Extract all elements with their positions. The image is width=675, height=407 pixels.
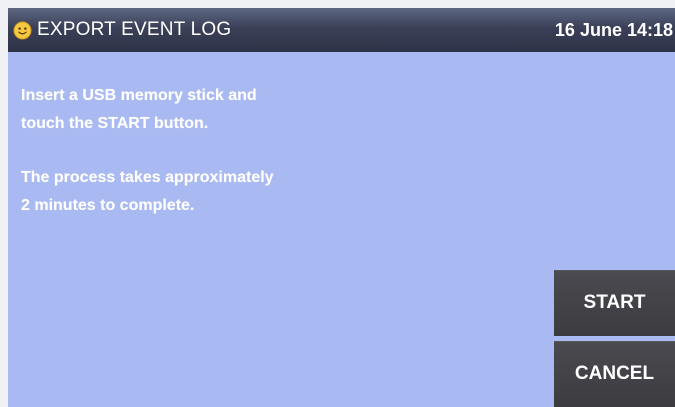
cancel-button-label: CANCEL bbox=[574, 363, 655, 384]
instruction-line: 2 minutes to complete. bbox=[21, 197, 195, 214]
export-event-log-screen: EXPORT EVENT LOG 16 June 14:18 Insert a … bbox=[8, 8, 675, 407]
cancel-button[interactable]: CANCEL bbox=[554, 341, 675, 407]
smiley-icon bbox=[13, 20, 32, 40]
page-title: EXPORT EVENT LOG bbox=[37, 19, 232, 40]
title-bar: EXPORT EVENT LOG 16 June 14:18 bbox=[8, 8, 675, 52]
start-button-label: START bbox=[583, 292, 646, 313]
instruction-line: touch the START button. bbox=[21, 115, 209, 132]
instruction-line: Insert a USB memory stick and bbox=[21, 87, 257, 104]
date-time-display: 16 June 14:18 bbox=[554, 20, 673, 40]
start-button[interactable]: START bbox=[554, 270, 675, 336]
instructions-text: Insert a USB memory stick and touch the … bbox=[21, 82, 441, 220]
instruction-line: The process takes approximately bbox=[21, 169, 274, 186]
